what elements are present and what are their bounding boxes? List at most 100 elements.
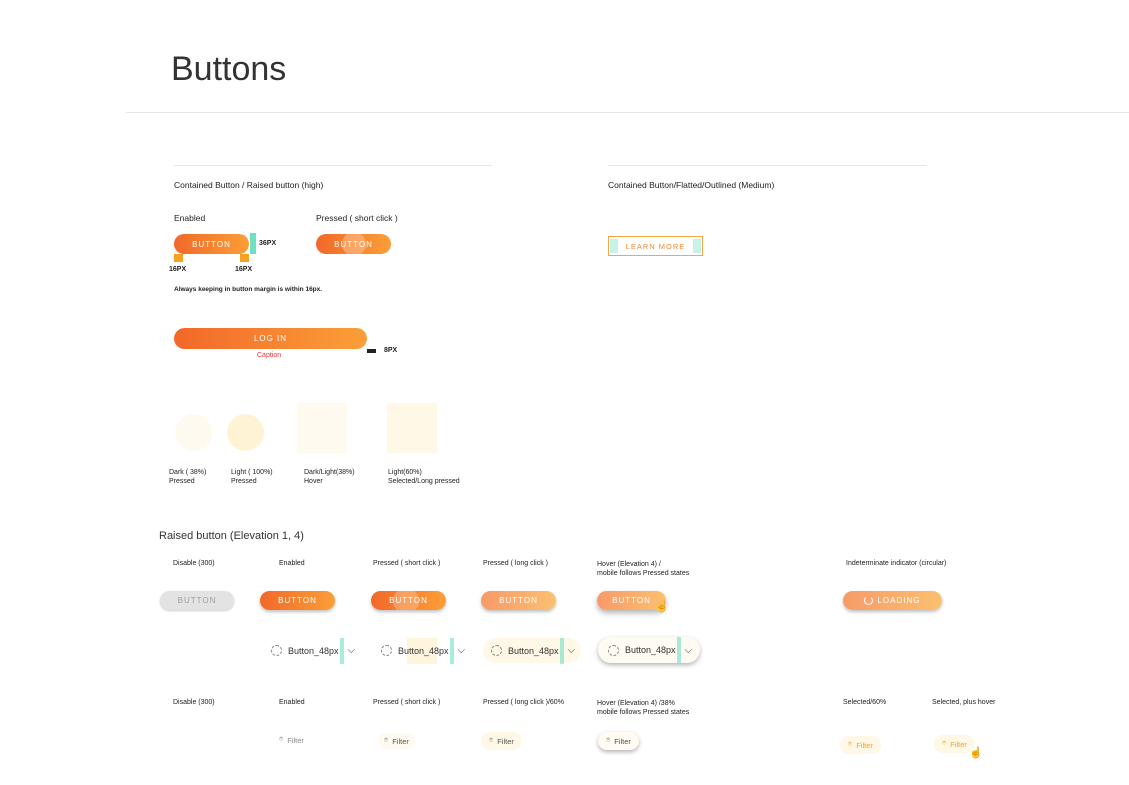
location-pin-icon: ⌾ [279, 736, 284, 743]
chevron-down-icon: ⌵ [684, 644, 693, 656]
contained-medium-heading: Contained Button/Flatted/Outlined (Mediu… [608, 180, 775, 190]
loading-label: LOADING [877, 596, 921, 605]
state-label: Hover (Elevation 4) /38% mobile follows P… [597, 700, 690, 716]
button-label: BUTTON [192, 239, 231, 249]
padding-indicator [559, 637, 564, 664]
location-pin-icon: ⌾ [606, 737, 611, 744]
section-divider [174, 165, 492, 166]
chip-hover[interactable]: Button_48px ⌵ [598, 637, 701, 663]
chip-label: Button_48px [398, 645, 449, 656]
filter-hover[interactable]: ⌾ Filter [598, 732, 639, 750]
filter-label: Filter [392, 736, 409, 746]
filter-pressed-short[interactable]: ⌾ Filter [378, 733, 415, 749]
header-divider [126, 112, 1129, 113]
chip-label: Button_48px [508, 645, 559, 656]
margin-indicator-left [174, 254, 183, 262]
margin-note: Always keeping in button margin is withi… [174, 286, 323, 293]
raised-pressed-long-button[interactable]: BUTTON [481, 591, 556, 610]
spacing-indicator [367, 349, 376, 353]
padding-indicator-left [610, 239, 618, 253]
chip-label: Button_48px [625, 645, 676, 655]
learn-more-button[interactable]: LEARN MORE [608, 236, 703, 256]
margin-right-note: 16PX [235, 266, 253, 273]
raised-enabled-button[interactable]: BUTTON [260, 591, 335, 610]
chip-label: Button_48px [288, 645, 339, 656]
filter-enabled[interactable]: ⌾ Filter [279, 733, 304, 747]
contained-high-heading: Contained Button / Raised button (high) [174, 180, 324, 190]
state-label: Pressed ( short click ) [373, 560, 441, 567]
loading-circle-icon [491, 645, 502, 656]
loading-circle-icon [381, 645, 392, 656]
padding-indicator [339, 637, 344, 664]
location-pin-icon: ⌾ [942, 740, 947, 747]
height-indicator [250, 233, 256, 254]
spinner-icon [864, 596, 874, 605]
state-label: Pressed ( short click ) [373, 699, 441, 706]
margin-indicator-right [240, 254, 249, 262]
chip-pressed-long[interactable]: Button_48px ⌵ [483, 637, 582, 664]
loading-button[interactable]: LOADING [843, 591, 942, 610]
margin-left-note: 16PX [169, 266, 187, 273]
swatch-label: Dark ( 38%) Pressed [169, 469, 207, 485]
loading-circle-icon [271, 645, 282, 656]
location-pin-icon: ⌾ [848, 741, 853, 748]
filter-label: Filter [287, 735, 304, 745]
button-label: BUTTON [389, 596, 428, 605]
padding-indicator [449, 637, 454, 664]
chevron-down-icon: ⌵ [567, 645, 576, 656]
state-label: Disable (300) [173, 699, 215, 706]
filter-label: Filter [614, 736, 631, 746]
filter-label: Filter [950, 739, 967, 749]
raised-pressed-short-button[interactable]: BUTTON [371, 591, 446, 610]
enabled-button[interactable]: BUTTON [174, 234, 249, 254]
disabled-button: BUTTON [160, 591, 234, 610]
button-label: BUTTON [612, 596, 651, 605]
cursor-hand-icon: ☝ [969, 747, 983, 759]
login-label: LOG IN [253, 334, 288, 343]
state-label: Indeterminate indicator (circular) [846, 560, 947, 567]
page-title: Buttons [171, 50, 287, 88]
enabled-label: Enabled [174, 213, 206, 223]
swatch-hover [297, 403, 347, 453]
filter-selected[interactable]: ⌾ Filter [840, 736, 881, 754]
button-label: BUTTON [334, 239, 373, 249]
button-label: BUTTON [177, 596, 217, 605]
pressed-label: Pressed ( short click ) [316, 213, 398, 223]
caption: Caption [257, 352, 282, 359]
loading-circle-icon [608, 644, 619, 656]
chevron-down-icon: ⌵ [347, 645, 356, 656]
cursor-hand-icon: ☝ [655, 601, 669, 613]
pressed-button[interactable]: BUTTON [316, 234, 391, 254]
button-label: BUTTON [499, 596, 538, 605]
learn-more-label: LEARN MORE [625, 241, 686, 251]
login-button[interactable]: LOG IN [174, 328, 367, 349]
state-label: Disable (300) [173, 560, 215, 567]
chip-enabled[interactable]: Button_48px ⌵ [271, 637, 361, 664]
state-label: Selected, plus hover [932, 699, 996, 706]
state-label: Hover (Elevation 4) / mobile follows Pres… [597, 561, 690, 577]
swatch-label: Dark/Light(38%) Hover [304, 469, 355, 485]
state-label: Selected/60% [843, 699, 887, 706]
swatch-selected [387, 403, 437, 453]
chevron-down-icon: ⌵ [457, 645, 466, 656]
location-pin-icon: ⌾ [489, 737, 494, 744]
padding-indicator-right [693, 239, 701, 253]
chip-pressed-short[interactable]: Button_48px ⌵ [381, 637, 471, 664]
state-label: Enabled [279, 560, 305, 567]
swatch-label: Light ( 100%) Pressed [231, 469, 273, 485]
state-label: Pressed ( long click )/60% [483, 699, 564, 706]
spacing-note: 8PX [384, 347, 398, 354]
button-label: BUTTON [278, 596, 317, 605]
swatch-light-pressed [227, 414, 264, 451]
height-note: 36PX [259, 240, 277, 247]
swatch-dark-pressed [175, 414, 212, 451]
state-label: Pressed ( long click ) [483, 560, 548, 567]
location-pin-icon: ⌾ [384, 737, 389, 744]
swatch-label: Light(60%) Selected/Long pressed [388, 469, 460, 485]
padding-indicator [676, 637, 681, 663]
filter-pressed-long[interactable]: ⌾ Filter [481, 732, 522, 750]
filter-label: Filter [856, 740, 873, 750]
section-divider [608, 165, 927, 166]
raised-heading: Raised button (Elevation 1, 4) [159, 530, 304, 542]
state-label: Enabled [279, 699, 305, 706]
